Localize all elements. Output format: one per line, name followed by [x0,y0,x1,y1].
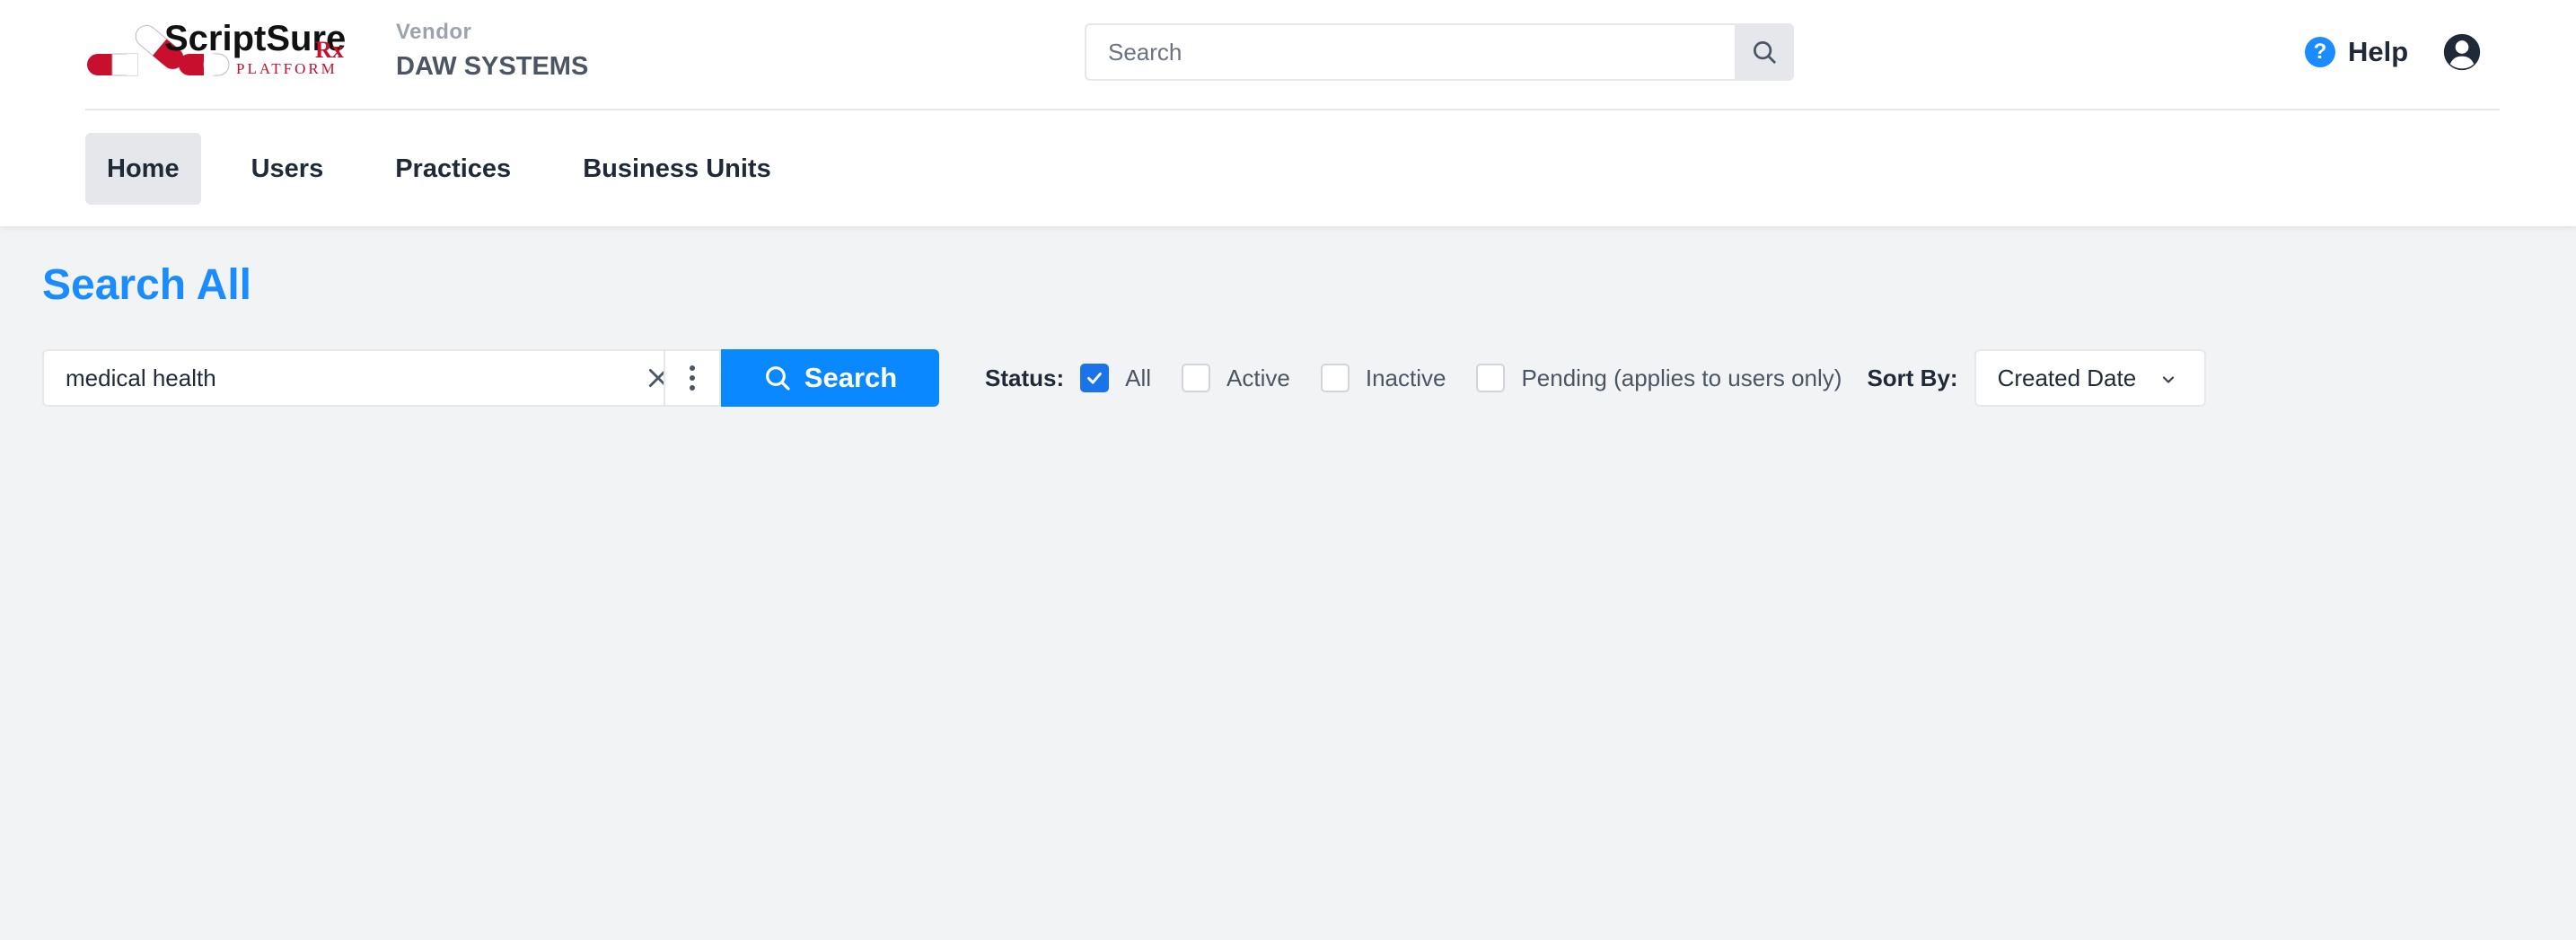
search-icon [1754,41,1776,64]
status-inactive-checkbox[interactable] [1320,364,1350,392]
header-top-bar: ScriptSure Rx PLATFORM Vendor DAW SYSTEM… [85,0,2500,110]
status-filters: Status: All Active Inactive Pending (app… [985,349,2206,407]
help-link[interactable]: ? Help [2305,34,2408,70]
help-circle-icon: ? [2305,37,2335,67]
search-button[interactable]: Search [721,349,939,407]
search-query-box [42,349,721,407]
nav-item-practices[interactable]: Practices [374,133,532,205]
more-options-button[interactable] [664,349,721,407]
nav-item-business-units[interactable]: Business Units [561,133,793,205]
global-search-input[interactable] [1086,25,1736,79]
status-pending-label[interactable]: Pending (applies to users only) [1521,365,1842,392]
search-button-label: Search [804,362,898,393]
sort-by-select[interactable]: Created Date [1974,349,2206,407]
search-icon [765,366,790,391]
logo-sub-text: PLATFORM [236,60,338,77]
status-active-checkbox[interactable] [1182,364,1211,392]
app-header: ScriptSure Rx PLATFORM Vendor DAW SYSTEM… [0,0,2576,226]
status-label: Status: [985,364,1065,391]
user-circle-icon[interactable] [2442,32,2482,72]
check-icon [1087,372,1103,384]
status-inactive-label[interactable]: Inactive [1366,365,1446,392]
vendor-name: DAW SYSTEMS [396,52,589,81]
vendor-info: Vendor DAW SYSTEMS [396,20,588,82]
more-vertical-icon [690,365,695,391]
main-nav: Home Users Practices Business Units [85,133,822,205]
global-search [1085,23,1794,81]
status-all-checkbox[interactable] [1080,364,1110,392]
nav-item-home[interactable]: Home [85,133,201,205]
sort-by-value: Created Date [1997,364,2137,391]
sort-by-label: Sort By: [1867,364,1958,391]
nav-item-users[interactable]: Users [230,133,346,205]
scriptsure-logo[interactable]: ScriptSure Rx PLATFORM [85,16,368,79]
page-title: Search All [42,261,251,309]
global-search-button[interactable] [1735,25,1792,79]
status-pending-checkbox[interactable] [1476,364,1506,392]
logo-rx-text: Rx [315,37,344,63]
status-active-label[interactable]: Active [1226,365,1290,392]
status-all-label[interactable]: All [1125,365,1151,392]
search-query-input[interactable] [44,351,583,405]
vendor-label: Vendor [396,20,472,44]
chevron-down-icon [2162,376,2174,383]
help-label: Help [2348,36,2409,67]
